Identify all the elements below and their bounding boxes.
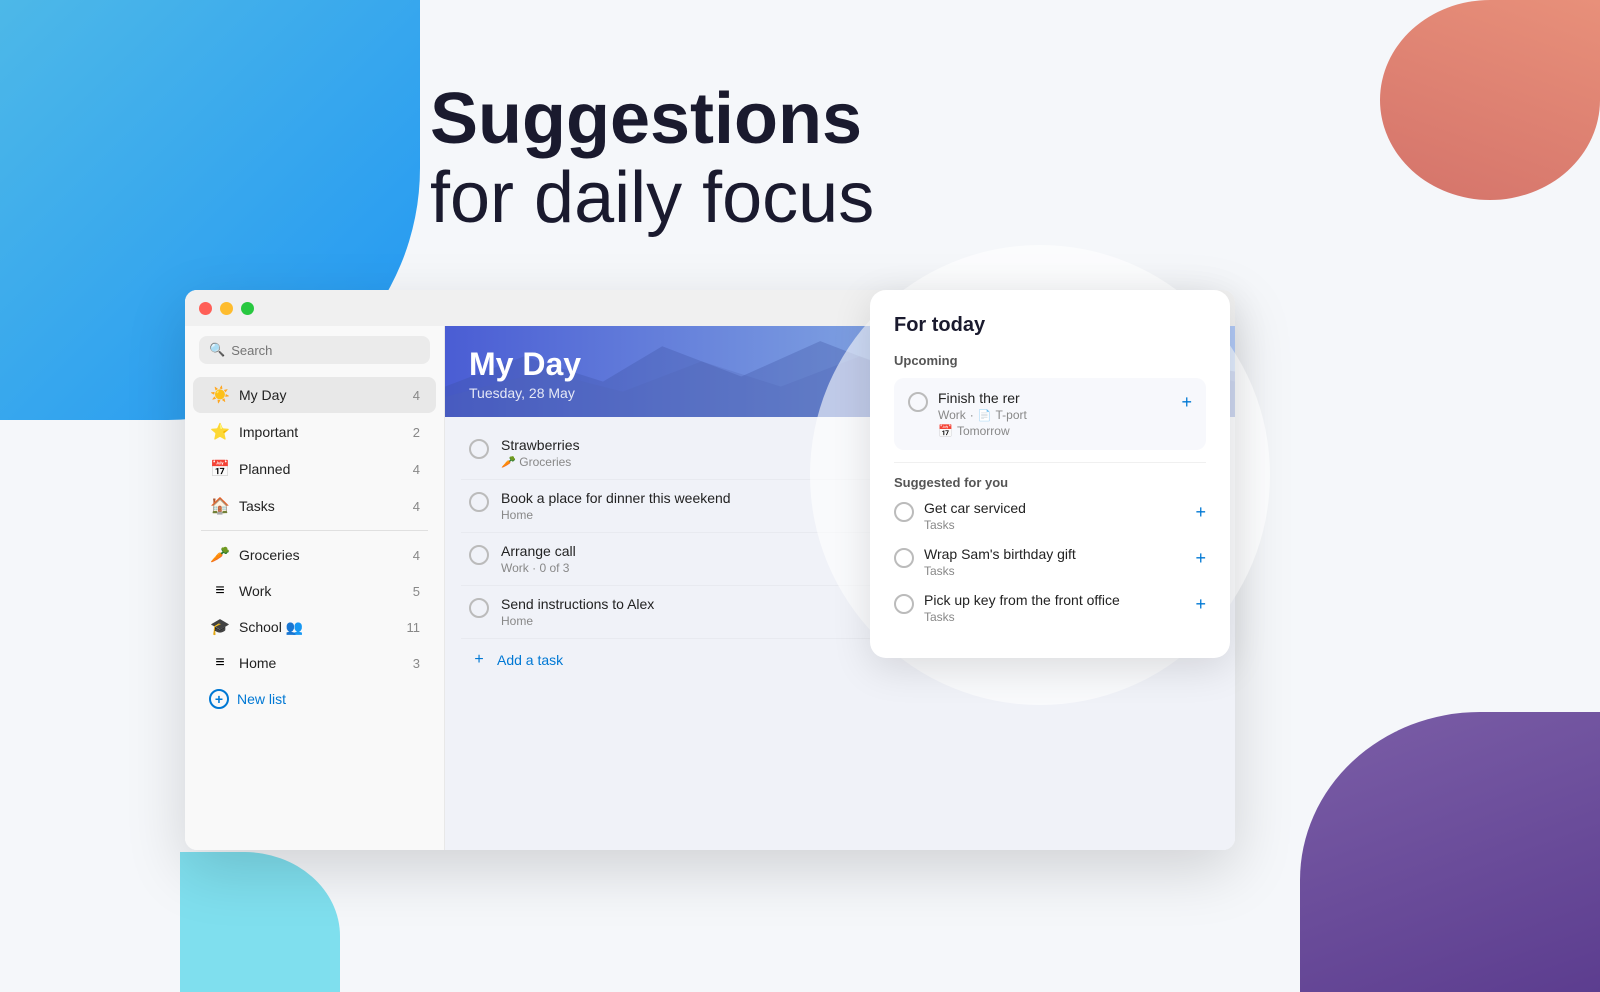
sidebar: 🔍 ☀️ My Day 4 ⭐ Important 2 📅 Planned 4 [185,290,445,850]
suggested-item-pick-up-key: Pick up key from the front office Tasks … [894,592,1206,624]
checkbox-pick-up-key[interactable] [894,594,914,614]
traffic-light-red[interactable] [199,302,212,315]
sidebar-label-groceries: Groceries [239,547,413,563]
sidebar-label-important: Important [239,424,413,440]
sidebar-item-planned[interactable]: 📅 Planned 4 [193,451,436,487]
upcoming-date: Tomorrow [957,424,1010,438]
suggested-label: Suggested for you [894,475,1206,490]
task-checkbox-book-dinner[interactable] [469,492,489,512]
sidebar-item-home[interactable]: ≡ Home 3 [193,646,436,680]
hero-title: Suggestions [430,80,874,159]
title-get-car: Get car serviced [924,500,1185,516]
sidebar-item-important[interactable]: ⭐ Important 2 [193,414,436,450]
sidebar-label-tasks: Tasks [239,498,413,514]
checkbox-get-car[interactable] [894,502,914,522]
upcoming-card: Finish the rer Work · 📄 T-port 📅 Tomorro… [894,378,1206,450]
meta-wrap-gift: Tasks [924,564,1185,578]
planned-icon: 📅 [209,459,231,479]
sidebar-label-home: Home [239,655,413,671]
sidebar-count-planned: 4 [413,462,420,477]
hero-section: Suggestions for daily focus [430,80,874,238]
new-list-button[interactable]: + New list [193,681,436,717]
add-button-pick-up-key[interactable]: + [1195,594,1206,615]
bg-shape-purple [1300,712,1600,992]
body-pick-up-key: Pick up key from the front office Tasks [924,592,1185,624]
sidebar-label-my-day: My Day [239,387,413,403]
sidebar-count-important: 2 [413,425,420,440]
upcoming-label: Upcoming [894,353,1206,368]
upcoming-checkbox[interactable] [908,392,928,412]
checkbox-wrap-gift[interactable] [894,548,914,568]
traffic-light-green[interactable] [241,302,254,315]
add-button-wrap-gift[interactable]: + [1195,548,1206,569]
home-list-icon: ≡ [209,654,231,672]
sidebar-divider [201,530,428,531]
sidebar-count-work: 5 [413,584,420,599]
task-checkbox-strawberries[interactable] [469,439,489,459]
suggested-item-wrap-gift: Wrap Sam's birthday gift Tasks + [894,546,1206,578]
sidebar-count-school: 11 [407,620,421,635]
tasks-icon: 🏠 [209,496,231,516]
task-checkbox-arrange-call[interactable] [469,545,489,565]
new-list-plus-icon: + [209,689,229,709]
body-get-car: Get car serviced Tasks [924,500,1185,532]
hero-subtitle: for daily focus [430,159,874,238]
sidebar-item-my-day[interactable]: ☀️ My Day 4 [193,377,436,413]
upcoming-meta-report: T-port [995,408,1026,422]
upcoming-add-button[interactable]: + [1181,392,1192,413]
sidebar-item-work[interactable]: ≡ Work 5 [193,574,436,608]
calendar-icon: 📅 [938,424,953,438]
section-divider [894,462,1206,463]
meta-get-car: Tasks [924,518,1185,532]
for-today-panel: For today Upcoming Finish the rer Work ·… [870,290,1230,658]
bg-shape-red [1380,0,1600,200]
new-list-label: New list [237,691,286,707]
sidebar-nav: ☀️ My Day 4 ⭐ Important 2 📅 Planned 4 🏠 … [185,372,444,842]
meta-pick-up-key: Tasks [924,610,1185,624]
task-checkbox-send-instructions[interactable] [469,598,489,618]
important-icon: ⭐ [209,422,231,442]
dot-separator: · [970,408,974,422]
add-task-label: Add a task [497,652,563,668]
sidebar-count-my-day: 4 [413,388,420,403]
sidebar-item-groceries[interactable]: 🥕 Groceries 4 [193,537,436,573]
sidebar-item-school[interactable]: 🎓 School 👥 11 [193,609,436,645]
suggested-item-get-car: Get car serviced Tasks + [894,500,1206,532]
title-pick-up-key: Pick up key from the front office [924,592,1185,608]
search-icon: 🔍 [209,342,225,358]
upcoming-item-title: Finish the rer [938,390,1171,406]
sidebar-count-tasks: 4 [413,499,420,514]
sidebar-item-tasks[interactable]: 🏠 Tasks 4 [193,488,436,524]
upcoming-meta-list: Work [938,408,966,422]
school-icon: 🎓 [209,617,231,637]
my-day-icon: ☀️ [209,385,231,405]
report-icon: 📄 [978,409,992,422]
groceries-icon: 🥕 [209,545,231,565]
traffic-light-yellow[interactable] [220,302,233,315]
upcoming-item-date: 📅 Tomorrow [938,424,1171,438]
sidebar-label-school: School 👥 [239,619,407,636]
add-task-plus-icon: + [469,651,489,669]
search-input[interactable] [231,343,420,358]
sidebar-label-work: Work [239,583,413,599]
sidebar-label-planned: Planned [239,461,413,477]
body-wrap-gift: Wrap Sam's birthday gift Tasks [924,546,1185,578]
sidebar-count-groceries: 4 [413,548,420,563]
for-today-title: For today [894,314,1206,337]
title-wrap-gift: Wrap Sam's birthday gift [924,546,1185,562]
add-button-get-car[interactable]: + [1195,502,1206,523]
work-icon: ≡ [209,582,231,600]
sidebar-count-home: 3 [413,656,420,671]
search-bar[interactable]: 🔍 [199,336,430,364]
bg-shape-cyan [180,852,340,992]
upcoming-item-meta: Work · 📄 T-port [938,408,1171,422]
